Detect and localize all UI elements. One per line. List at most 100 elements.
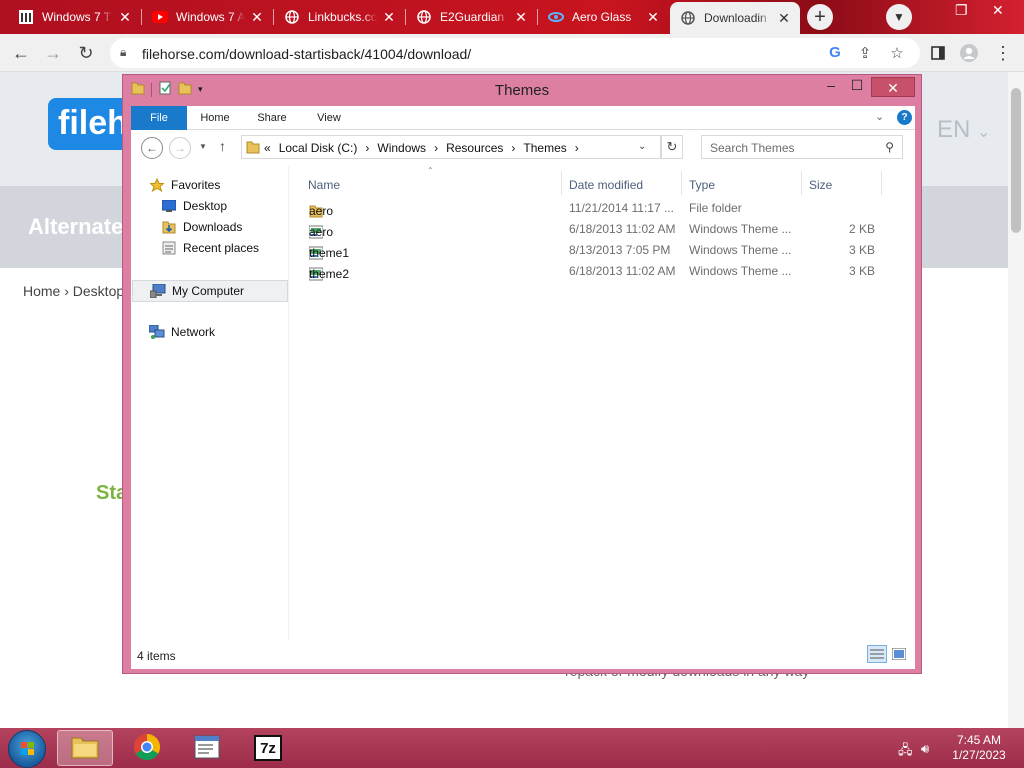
address-breadcrumb[interactable]: « Local Disk (C:) › Windows › Resources › T… (241, 135, 661, 159)
chrome-icon (133, 733, 161, 764)
minimize-icon[interactable]: – (817, 77, 845, 97)
forward-icon[interactable]: → (169, 137, 191, 159)
breadcrumb-separator-icon[interactable]: › (434, 141, 438, 155)
large-icons-view-icon[interactable] (889, 645, 909, 663)
recent-locations-chevron-icon[interactable]: ▼ (199, 142, 207, 151)
side-panel-icon[interactable] (925, 40, 951, 66)
back-icon[interactable]: ← (141, 137, 163, 159)
breadcrumb-separator-icon[interactable]: › (511, 141, 515, 155)
column-header-type[interactable]: Type (689, 178, 715, 192)
tab-windows7-t[interactable]: Windows 7 T ✕ (8, 2, 141, 32)
search-icon: ⚲ (885, 140, 894, 154)
sort-ascending-icon: ⌃ (427, 166, 434, 175)
refresh-icon[interactable]: ↻ (661, 135, 683, 159)
close-tab-icon[interactable]: ✕ (381, 9, 397, 26)
folder-icon (246, 140, 260, 157)
profile-avatar-icon[interactable] (956, 40, 982, 66)
menu-kebab-icon[interactable]: ⋮ (990, 40, 1016, 66)
new-tab-button[interactable]: + (807, 4, 833, 30)
column-header-date-modified[interactable]: Date modified (569, 178, 643, 192)
youtube-icon (152, 9, 168, 25)
taskbar-notepad[interactable] (179, 730, 235, 766)
tab-view[interactable]: View (307, 106, 351, 130)
status-bar: 4 items (131, 641, 915, 669)
address-dropdown-chevron-icon[interactable]: ⌄ (638, 141, 646, 152)
breadcrumb-separator-icon[interactable]: › (365, 141, 369, 155)
expand-ribbon-chevron-icon[interactable]: ⌄ (875, 110, 884, 123)
file-row[interactable]: aero 11/21/2014 11:17 ... File folder (301, 198, 911, 218)
bookmark-star-icon[interactable]: ☆ (888, 44, 906, 62)
taskbar-chrome[interactable] (119, 730, 175, 766)
details-view-icon[interactable] (867, 645, 887, 663)
navigation-pane: Favorites Desktop Downloads Recent place… (131, 166, 289, 641)
restore-window-icon[interactable]: ❐ (955, 2, 968, 19)
tab-share[interactable]: Share (249, 106, 295, 130)
taskbar-7zip[interactable]: 7z (240, 730, 296, 766)
site-breadcrumb[interactable]: Home › Desktop (23, 283, 124, 299)
taskbar-explorer[interactable] (57, 730, 113, 766)
start-button[interactable] (8, 730, 46, 768)
tab-linkbucks[interactable]: Linkbucks.co ✕ (274, 2, 405, 32)
banner-title: Alternate (28, 214, 124, 239)
search-input[interactable]: Search Themes ⚲ (701, 135, 903, 159)
forward-arrow-icon[interactable]: → (40, 40, 66, 66)
tab-file[interactable]: File (131, 106, 187, 130)
google-translate-icon[interactable]: G (826, 44, 844, 61)
downloads-icon (161, 220, 177, 234)
explorer-window: ▾ Themes – ☐ ✕ File Home Share View ⌄ ? … (122, 74, 922, 674)
address-toolbar: ← → ▼ ↑ « Local Disk (C:) › Windows › Reso… (131, 130, 915, 166)
network-tray-icon[interactable]: 🖧︎ (898, 741, 913, 763)
breadcrumb-windows[interactable]: Windows (377, 141, 426, 155)
star-icon (149, 178, 165, 192)
globe-icon (416, 9, 432, 25)
close-tab-icon[interactable]: ✕ (513, 9, 529, 26)
breadcrumb-separator-icon[interactable]: › (575, 141, 579, 155)
tab-e2guardian[interactable]: E2Guardian - ✕ (406, 2, 537, 32)
tab-aero-glass[interactable]: Aero Glass ✕ (538, 2, 669, 32)
close-tab-icon[interactable]: ✕ (117, 9, 133, 26)
nav-downloads[interactable]: Downloads (161, 220, 242, 234)
scrollbar-thumb[interactable] (1011, 88, 1021, 233)
reload-icon[interactable]: ↻ (73, 40, 99, 66)
help-icon[interactable]: ? (897, 110, 912, 125)
file-row[interactable]: aero 6/18/2013 11:02 AM Windows Theme ..… (301, 219, 911, 239)
breadcrumb-resources[interactable]: Resources (446, 141, 503, 155)
up-arrow-icon[interactable]: ↑ (219, 138, 226, 154)
content-pane: Favorites Desktop Downloads Recent place… (131, 166, 915, 641)
nav-network[interactable]: Network (149, 325, 215, 339)
maximize-icon[interactable]: ☐ (843, 77, 871, 97)
tab-downloading[interactable]: Downloadin ✕ (670, 2, 800, 34)
column-header-size[interactable]: Size (809, 178, 832, 192)
tab-windows7-a[interactable]: Windows 7 A ✕ (142, 2, 273, 32)
explorer-title-bar[interactable]: ▾ Themes – ☐ ✕ (123, 75, 921, 105)
explorer-icon (70, 734, 100, 763)
column-header-name[interactable]: Name (308, 178, 340, 192)
breadcrumb-themes[interactable]: Themes (523, 141, 566, 155)
tab-home[interactable]: Home (193, 106, 237, 130)
tab-search-chevron-icon[interactable]: ▼ (886, 4, 912, 30)
close-tab-icon[interactable]: ✕ (645, 9, 661, 26)
close-tab-icon[interactable]: ✕ (776, 10, 792, 27)
nav-recent-places[interactable]: Recent places (161, 241, 259, 255)
share-icon[interactable]: ⇪ (856, 44, 874, 62)
system-clock[interactable]: 7:45 AM 1/27/2023 (946, 733, 1012, 763)
page-scrollbar[interactable] (1008, 72, 1024, 728)
nav-my-computer[interactable]: My Computer (132, 280, 288, 302)
windows-logo-icon (21, 742, 34, 755)
breadcrumb-local-disk[interactable]: Local Disk (C:) (279, 141, 358, 155)
file-row[interactable]: theme2 6/18/2013 11:02 AM Windows Theme … (301, 261, 911, 281)
close-icon[interactable]: ✕ (871, 77, 915, 97)
language-selector[interactable]: EN ⌄ (937, 116, 990, 144)
close-tab-icon[interactable]: ✕ (249, 9, 265, 26)
site-icon (18, 9, 34, 25)
network-icon (149, 325, 165, 339)
globe-icon (284, 9, 300, 25)
close-window-icon[interactable]: ✕ (992, 2, 1004, 19)
nav-desktop[interactable]: Desktop (161, 199, 227, 213)
ribbon-tabs: File Home Share View ⌄ ? (131, 106, 915, 130)
address-bar[interactable]: 🔒︎ filehorse.com/download-startisback/41… (110, 38, 920, 68)
volume-icon[interactable]: 🔊︎ (921, 741, 929, 757)
back-arrow-icon[interactable]: ← (8, 40, 34, 66)
nav-favorites[interactable]: Favorites (149, 178, 220, 192)
file-row[interactable]: theme1 8/13/2013 7:05 PM Windows Theme .… (301, 240, 911, 260)
